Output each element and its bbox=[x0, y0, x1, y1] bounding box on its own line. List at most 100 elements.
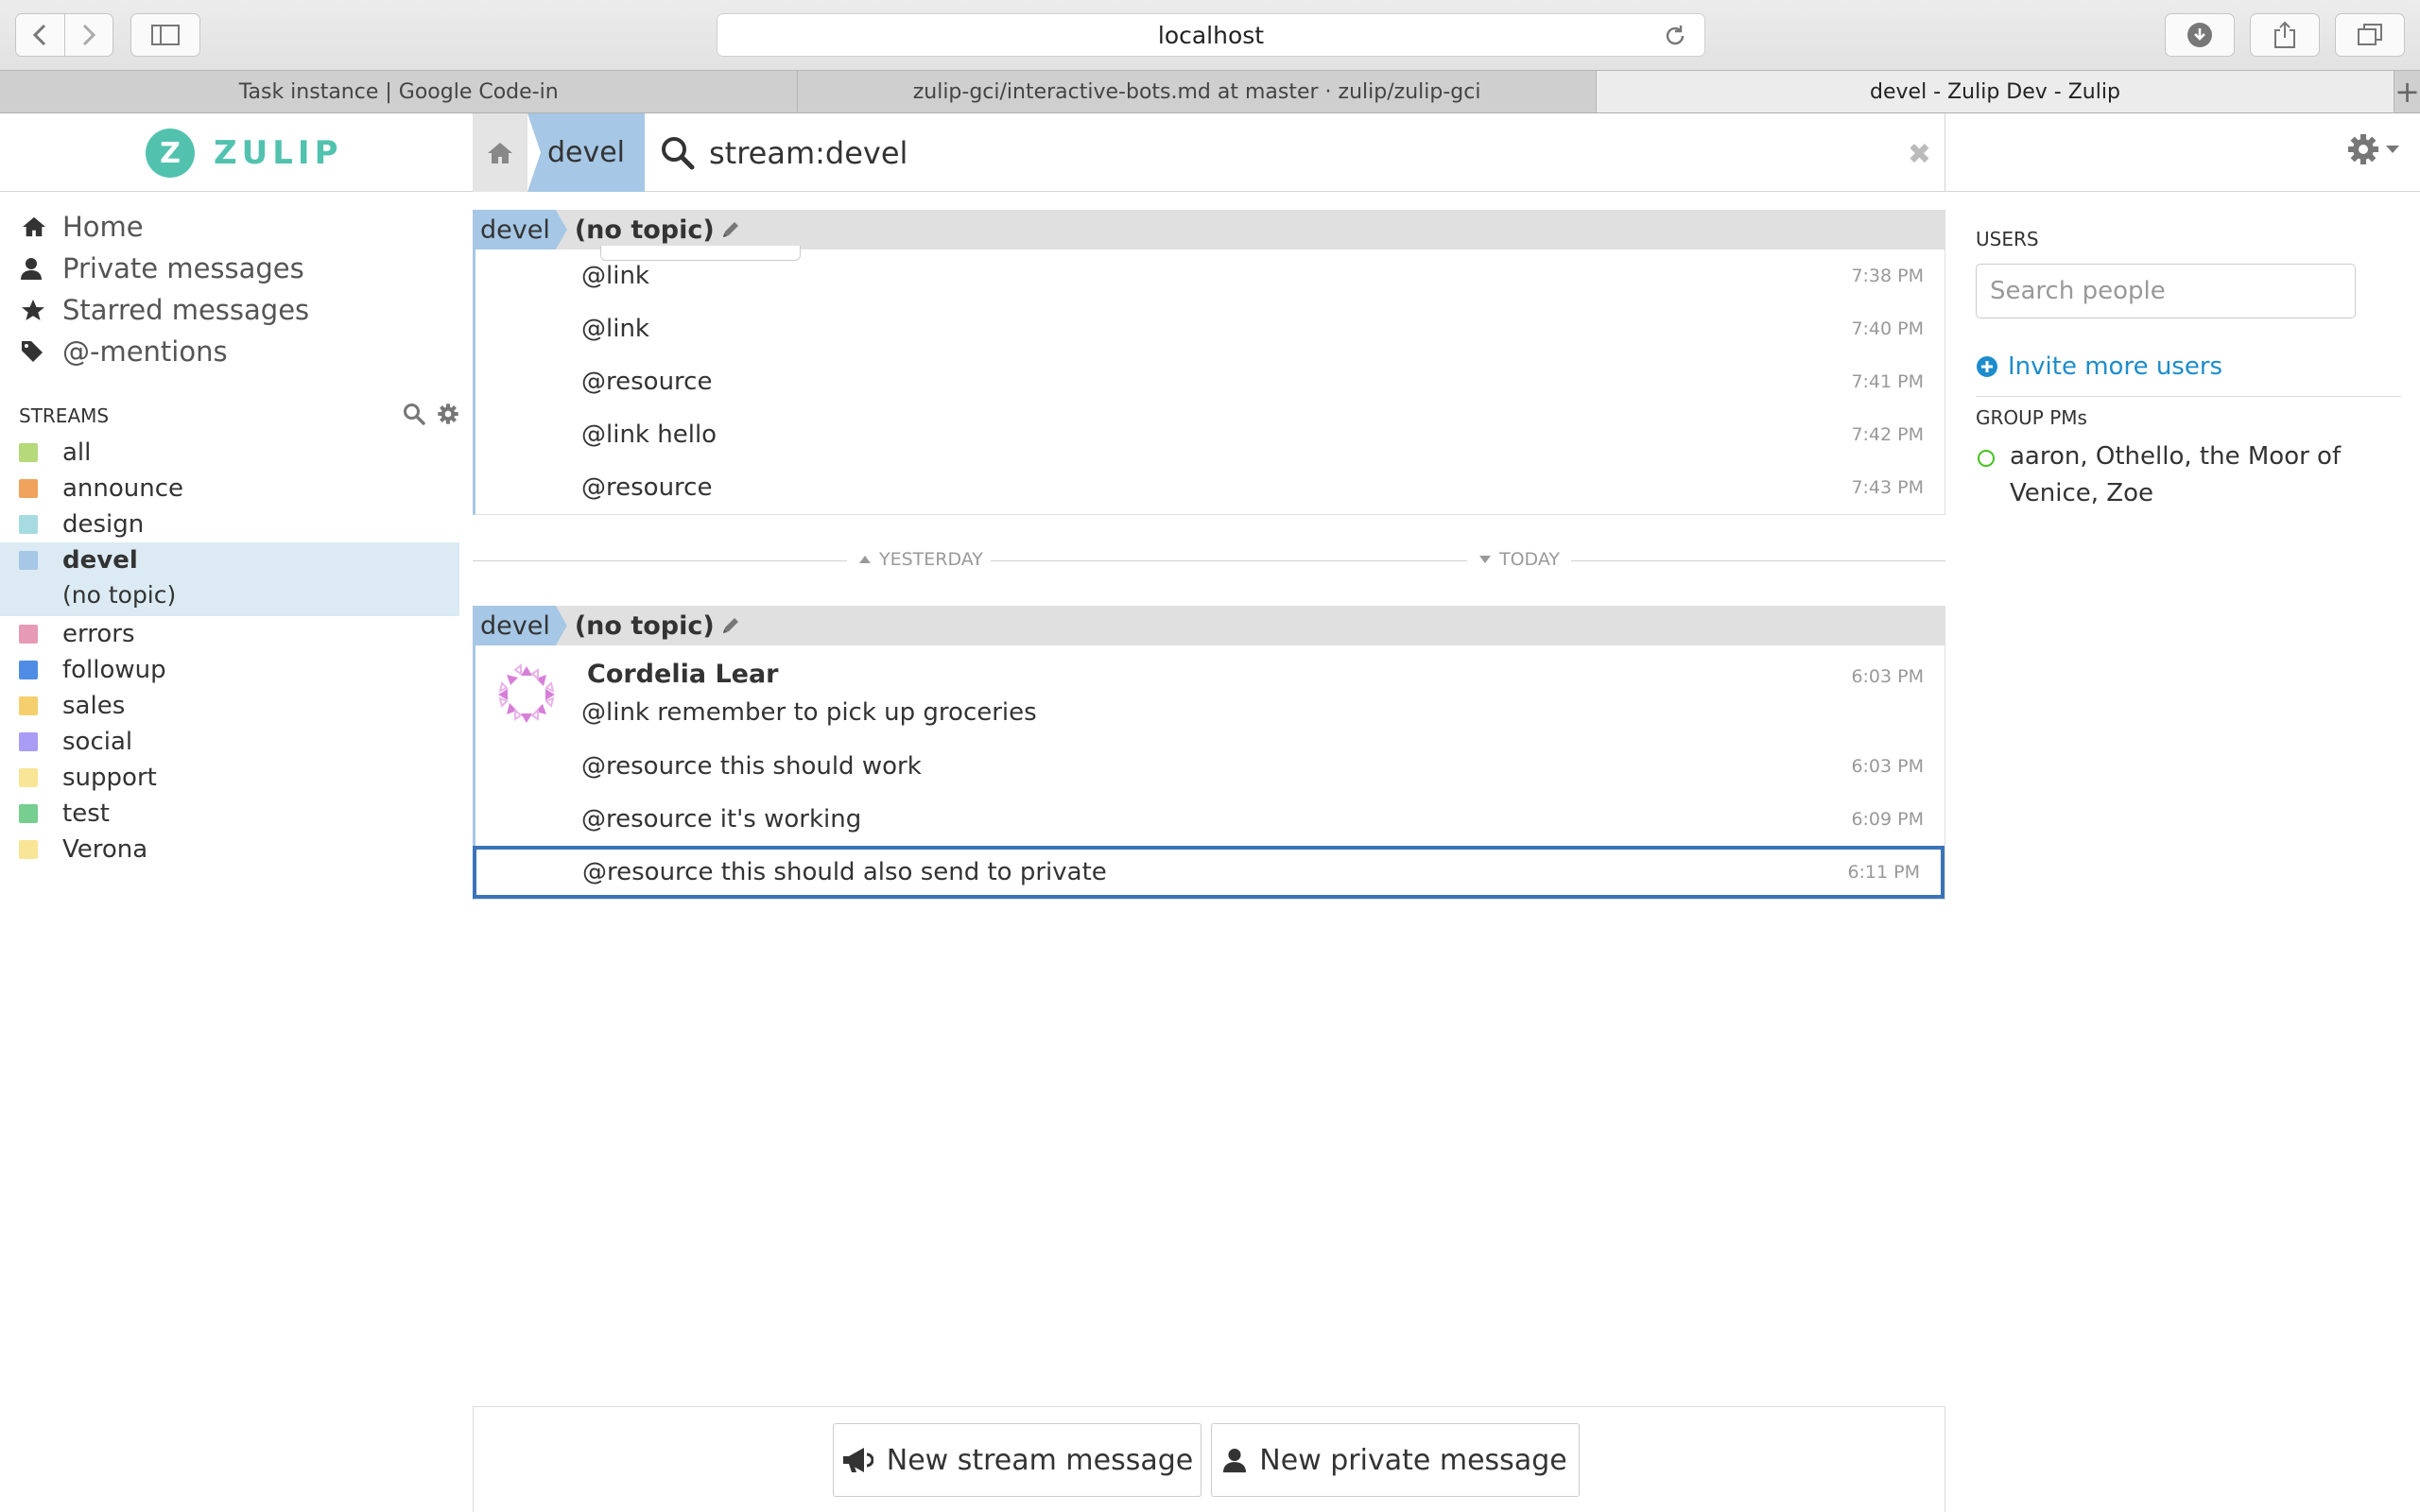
browser-tab[interactable]: zulip-gci/interactive-bots.md at master … bbox=[798, 71, 1597, 112]
stream-list: all announce design devel (no topic) err… bbox=[0, 435, 459, 868]
stream-color-swatch bbox=[19, 840, 38, 859]
message-time[interactable]: 7:43 PM bbox=[1851, 477, 1924, 498]
browser-tab[interactable]: Task instance | Google Code-in bbox=[0, 71, 799, 112]
gear-icon[interactable] bbox=[437, 403, 459, 425]
streams-header: STREAMS bbox=[0, 397, 459, 435]
stream-item-verona[interactable]: Verona bbox=[0, 832, 459, 868]
caret-up-icon bbox=[859, 556, 871, 563]
message-row[interactable]: @resource this should work 6:03 PM bbox=[475, 740, 1945, 793]
stream-item-social[interactable]: social bbox=[0, 724, 459, 760]
back-button[interactable] bbox=[16, 14, 65, 56]
message-content: @resource this should also send to priva… bbox=[582, 858, 1107, 886]
caret-down-icon bbox=[2386, 146, 2399, 153]
pencil-icon[interactable] bbox=[720, 219, 741, 240]
nav-mentions[interactable]: @-mentions bbox=[0, 331, 459, 372]
browser-tab-active[interactable]: devel - Zulip Dev - Zulip bbox=[1596, 71, 2395, 112]
pencil-icon[interactable] bbox=[720, 615, 741, 636]
message-time[interactable]: 7:38 PM bbox=[1851, 266, 1924, 286]
message-row[interactable]: @resource 7:41 PM bbox=[475, 355, 1945, 408]
stream-item-sales[interactable]: sales bbox=[0, 688, 459, 724]
bullhorn-icon bbox=[842, 1448, 873, 1472]
nav-label: Starred messages bbox=[62, 294, 310, 326]
stream-item-design[interactable]: design bbox=[0, 507, 459, 542]
message-time[interactable]: 6:03 PM bbox=[1851, 756, 1924, 777]
sender-name[interactable]: Cordelia Lear bbox=[581, 660, 779, 689]
message-time[interactable]: 6:03 PM bbox=[1851, 666, 1924, 687]
message-row[interactable]: @link hello 7:42 PM bbox=[475, 408, 1945, 461]
message-time[interactable]: 7:41 PM bbox=[1851, 371, 1924, 392]
nav-home[interactable]: Home bbox=[0, 206, 459, 248]
stream-color-swatch bbox=[19, 551, 38, 570]
address-bar[interactable]: localhost bbox=[717, 13, 1705, 57]
link-preview-pill bbox=[600, 246, 801, 261]
message-list: devel (no topic) @link 7:38 PM @link 7:4… bbox=[473, 210, 1945, 900]
search-input[interactable]: stream:devel bbox=[709, 135, 908, 171]
nav-label: @-mentions bbox=[62, 335, 228, 368]
message-time[interactable]: 7:42 PM bbox=[1851, 424, 1924, 445]
stream-item-devel[interactable]: devel bbox=[0, 542, 459, 578]
message-content: @resource it's working bbox=[581, 805, 862, 833]
home-crumb[interactable] bbox=[473, 113, 527, 192]
stream-name: Verona bbox=[62, 835, 148, 864]
message-row[interactable]: @link 7:38 PM bbox=[475, 246, 1945, 302]
chevron-right-icon bbox=[82, 24, 95, 46]
zulip-logo[interactable]: Z ZULIP bbox=[146, 129, 343, 178]
message-row-selected[interactable]: @resource this should also send to priva… bbox=[473, 846, 1945, 899]
nav-private-messages[interactable]: Private messages bbox=[0, 248, 459, 289]
message-row[interactable]: @link 7:40 PM bbox=[475, 302, 1945, 355]
recipient-topic[interactable]: (no topic) bbox=[575, 611, 741, 641]
recipient-stream-label[interactable]: devel bbox=[473, 606, 567, 645]
new-tab-button[interactable]: + bbox=[2394, 71, 2420, 112]
sidebar-toggle-button[interactable] bbox=[130, 13, 200, 57]
message-row[interactable]: @resource 7:43 PM bbox=[475, 461, 1945, 514]
recipient-stream-label[interactable]: devel bbox=[473, 210, 567, 249]
stream-crumb[interactable]: devel bbox=[527, 113, 645, 192]
reload-icon[interactable] bbox=[1663, 24, 1687, 48]
right-sidebar: USERS Search people Invite more users GR… bbox=[1976, 192, 2401, 512]
message-content: @resource bbox=[581, 368, 713, 396]
stream-name: test bbox=[62, 799, 110, 828]
separator-line bbox=[1571, 560, 1945, 561]
new-stream-message-button[interactable]: New stream message bbox=[833, 1423, 1201, 1497]
stream-item-errors[interactable]: errors bbox=[0, 616, 459, 652]
nav-label: Private messages bbox=[62, 252, 304, 284]
home-icon bbox=[488, 142, 512, 163]
tabs-icon bbox=[2358, 24, 2382, 45]
button-label: New private message bbox=[1259, 1443, 1567, 1477]
invite-users-link[interactable]: Invite more users bbox=[1976, 352, 2401, 381]
stream-item-support[interactable]: support bbox=[0, 760, 459, 796]
message-time[interactable]: 7:40 PM bbox=[1851, 318, 1924, 339]
stream-color-swatch bbox=[19, 479, 38, 498]
topic-item[interactable]: (no topic) bbox=[0, 578, 459, 610]
message-row-with-sender[interactable]: Cordelia Lear @link remember to pick up … bbox=[475, 645, 1945, 740]
stream-item-announce[interactable]: announce bbox=[0, 471, 459, 507]
address-text: localhost bbox=[1157, 21, 1265, 49]
forward-button[interactable] bbox=[65, 14, 113, 56]
stream-name: social bbox=[62, 728, 133, 756]
stream-color-swatch bbox=[19, 768, 38, 787]
message-time[interactable]: 6:11 PM bbox=[1847, 862, 1920, 883]
clear-search-icon[interactable]: ✖ bbox=[1908, 138, 1931, 171]
message-row[interactable]: @resource it's working 6:09 PM bbox=[475, 793, 1945, 846]
downloads-button[interactable] bbox=[2165, 13, 2235, 57]
group-pm-item[interactable]: aaron, Othello, the Moor of Venice, Zoe bbox=[1976, 438, 2401, 512]
stream-color-swatch bbox=[19, 661, 38, 679]
stream-item-test[interactable]: test bbox=[0, 796, 459, 832]
sidebar-icon bbox=[151, 25, 180, 45]
message-time[interactable]: 6:09 PM bbox=[1851, 809, 1924, 830]
tabs-overview-button[interactable] bbox=[2335, 13, 2405, 57]
new-private-message-button[interactable]: New private message bbox=[1211, 1423, 1580, 1497]
search-icon[interactable] bbox=[403, 403, 425, 425]
search-bar[interactable]: stream:devel ✖ bbox=[645, 113, 1945, 192]
sidebar-divider bbox=[1976, 396, 2401, 397]
avatar[interactable] bbox=[494, 662, 559, 727]
nav-starred[interactable]: Starred messages bbox=[0, 289, 459, 331]
share-button[interactable] bbox=[2250, 13, 2320, 57]
search-people-input[interactable]: Search people bbox=[1976, 264, 2356, 318]
stream-item-followup[interactable]: followup bbox=[0, 652, 459, 688]
settings-menu-button[interactable] bbox=[2346, 132, 2401, 166]
date-separator: YESTERDAY TODAY bbox=[473, 515, 1945, 606]
recipient-topic[interactable]: (no topic) bbox=[575, 215, 741, 245]
stream-item-all[interactable]: all bbox=[0, 435, 459, 471]
invite-label: Invite more users bbox=[2008, 352, 2223, 381]
